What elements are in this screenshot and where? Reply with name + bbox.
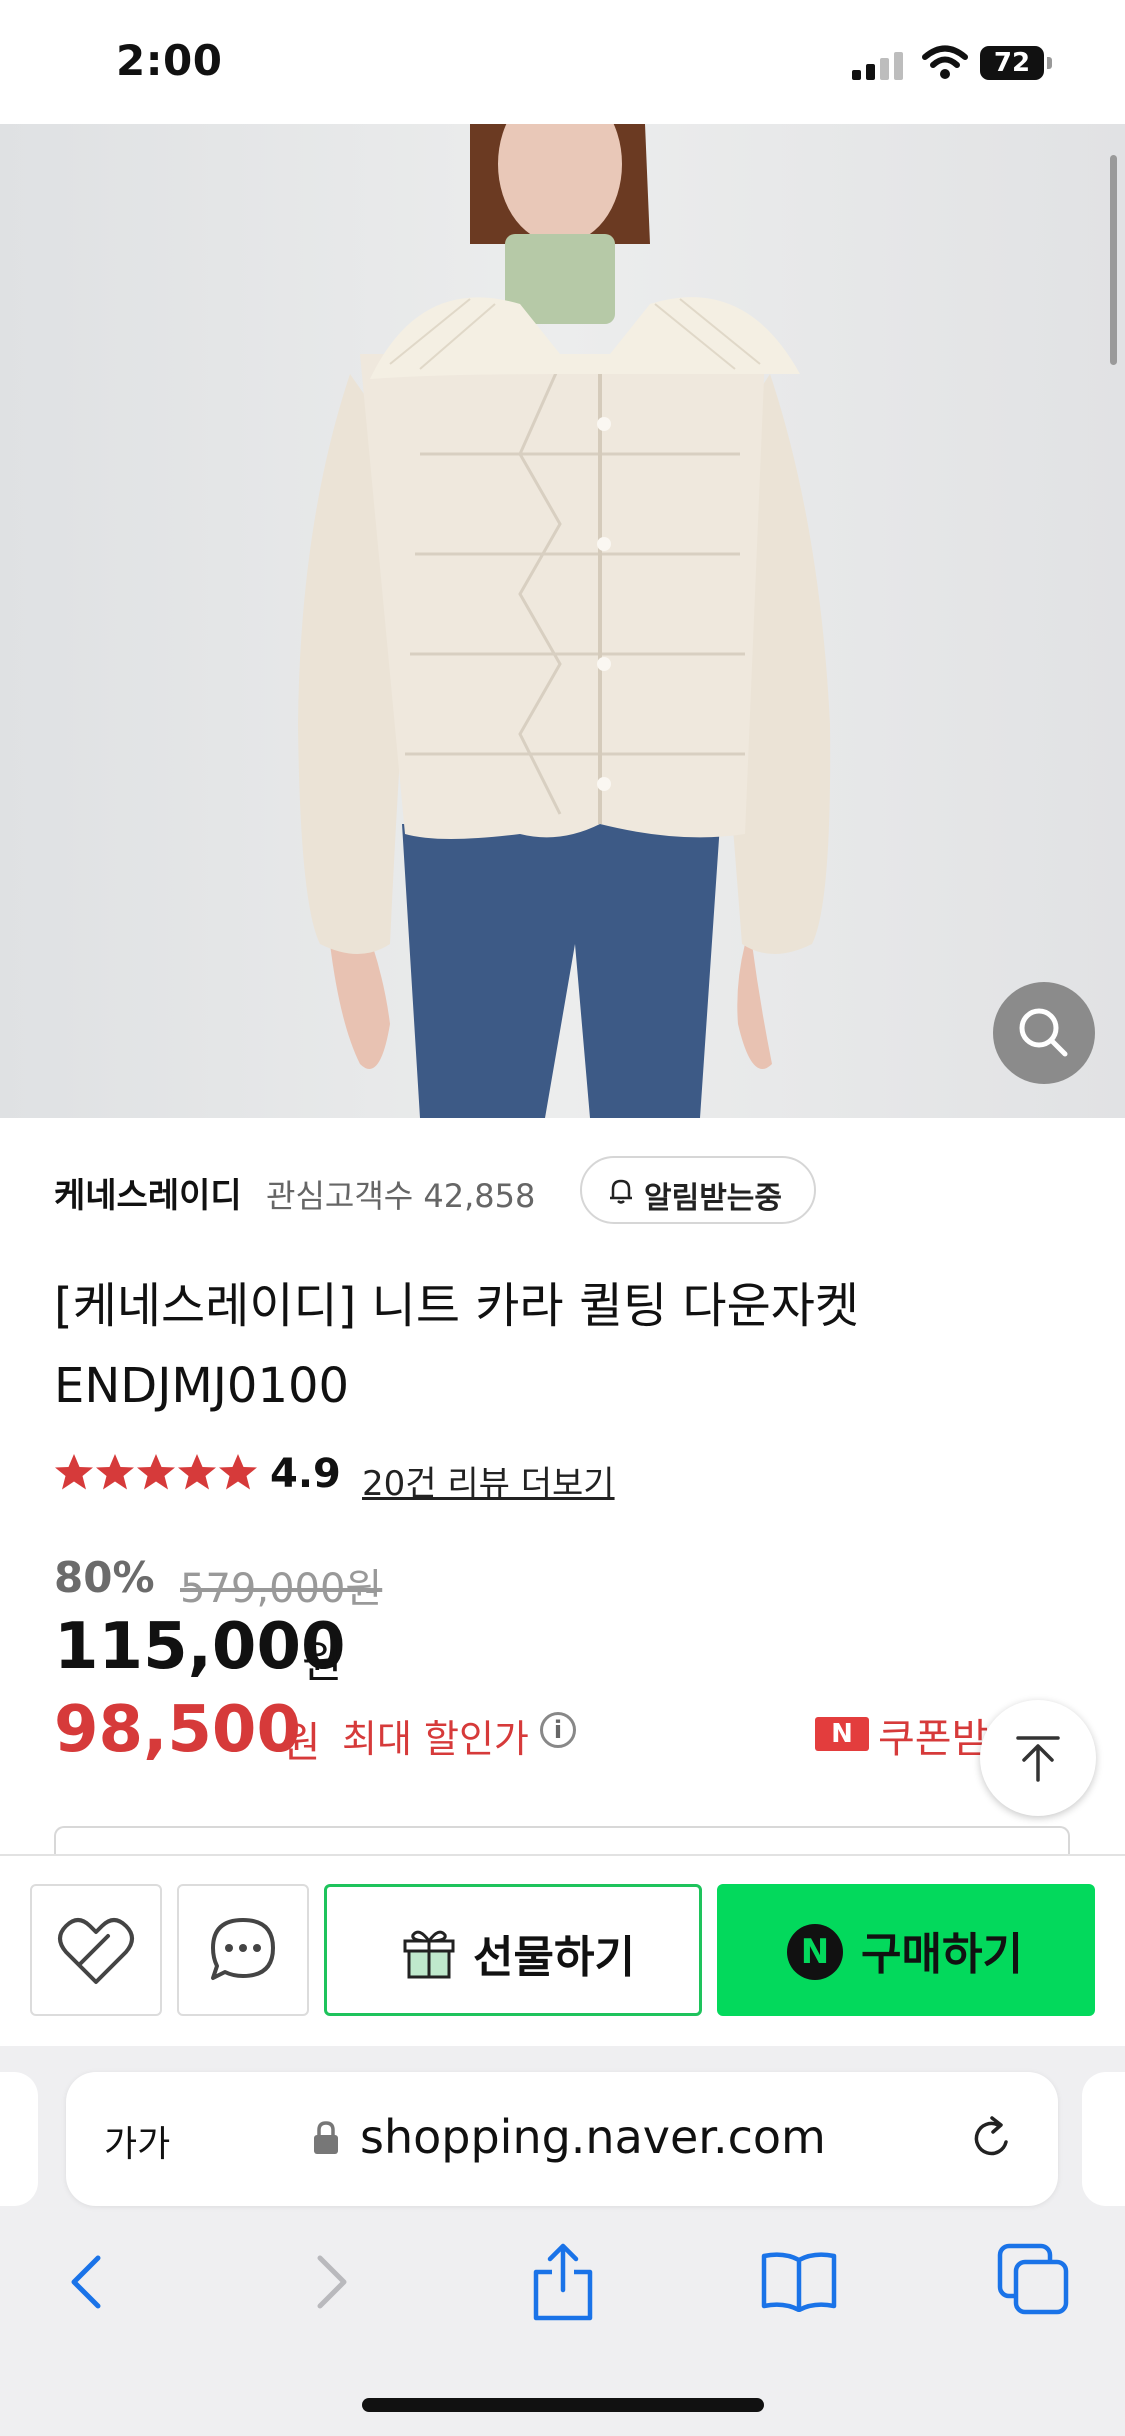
info-icon[interactable]: i (540, 1712, 576, 1748)
buy-button-label: 구매하기 (861, 1929, 1023, 1980)
sale-price-unit: 원 (302, 1637, 343, 1688)
rating-value: 4.9 (270, 1451, 341, 1497)
naver-pay-badge: N (787, 1924, 843, 1980)
chat-bubble-icon (211, 1918, 275, 1980)
scroll-top-button[interactable] (980, 1700, 1096, 1816)
heart-icon (58, 1918, 134, 1984)
original-price: 579,000원 (180, 1566, 383, 1612)
max-discount-unit: 원 (282, 1718, 321, 1767)
chat-button[interactable] (177, 1884, 309, 2016)
forward-icon[interactable] (306, 2250, 354, 2314)
alarm-button-label: 알림받는중 (644, 1181, 782, 1216)
cellular-signal-icon (852, 52, 903, 80)
lock-icon (314, 2121, 338, 2154)
product-title: [케네스레이디] 니트 카라 퀼팅 다운자켓 ENDJMJ0100 (54, 1278, 860, 1414)
seller-name[interactable]: 케네스레이디 (54, 1168, 242, 1217)
naver-coupon-badge: N (815, 1717, 869, 1751)
product-image-gallery[interactable] (0, 124, 1125, 1118)
share-icon[interactable] (528, 2240, 598, 2324)
discount-rate: 80% (54, 1553, 155, 1602)
bell-icon (610, 1179, 632, 1204)
follower-count: 관심고객수 42,858 (266, 1177, 536, 1215)
next-tab-peek[interactable] (1082, 2072, 1125, 2206)
bookmarks-icon[interactable] (760, 2248, 838, 2312)
gift-button[interactable]: 선물하기 (324, 1884, 702, 2016)
status-time: 2:00 (116, 36, 223, 85)
text-size-button[interactable]: 가가 (104, 2115, 170, 2167)
zoom-button[interactable] (993, 982, 1095, 1084)
gift-button-label: 선물하기 (473, 1932, 635, 1983)
battery-indicator: 72 (980, 46, 1054, 80)
magnifier-icon (1019, 1008, 1068, 1057)
rating-stars (55, 1454, 257, 1490)
buy-button[interactable]: N 구매하기 (717, 1884, 1095, 2016)
review-link[interactable]: 20건 리뷰 더보기 (362, 1456, 615, 1505)
alarm-button[interactable]: 알림받는중 (580, 1156, 816, 1224)
back-icon[interactable] (64, 2250, 112, 2314)
gift-icon (403, 1930, 455, 1979)
battery-level: 72 (980, 46, 1044, 80)
max-discount-price: 98,500 (54, 1693, 301, 1767)
url-text[interactable]: shopping.naver.com (360, 2110, 826, 2164)
home-indicator[interactable] (362, 2398, 764, 2412)
product-photo (0, 124, 1125, 1118)
scrollbar[interactable] (1110, 155, 1117, 365)
wifi-icon (922, 45, 968, 79)
max-discount-label: 최대 할인가 (342, 1717, 529, 1761)
like-button[interactable] (30, 1884, 162, 2016)
reload-icon[interactable] (966, 2112, 1018, 2164)
tabs-icon[interactable] (996, 2242, 1070, 2316)
previous-tab-peek[interactable] (0, 2072, 38, 2206)
arrow-up-icon (1016, 1736, 1060, 1782)
